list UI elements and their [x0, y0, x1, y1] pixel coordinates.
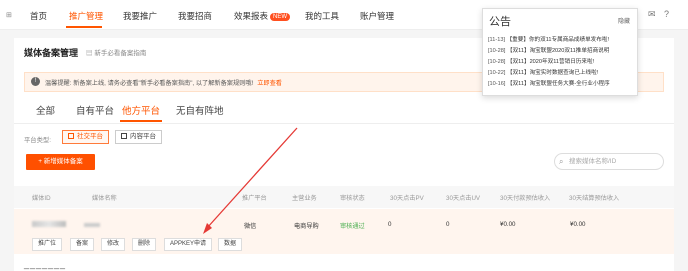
platform-type-social-label: 社交平台 — [77, 133, 103, 140]
notice-text: 【双11】淘宝联盟任务大赛-全行业小程序 — [506, 81, 610, 87]
th-media-name: 媒体名称 — [92, 195, 117, 202]
add-media-button[interactable]: + 新增媒体备案 — [26, 154, 95, 170]
tab-third-party-platform[interactable]: 他方平台 — [122, 103, 160, 117]
action-record-button[interactable]: 备案 — [70, 238, 95, 251]
th-pv: 30天点击PV — [390, 195, 424, 202]
media-id-blurred — [32, 221, 66, 227]
nav-item-reports[interactable]: 效果报表 NEW — [234, 10, 291, 22]
notice-text: 【重要】你的双11专属商品成绩单发布啦! — [506, 37, 610, 43]
help-icon[interactable]: ? — [664, 9, 669, 19]
cell-settle-income: ¥0.00 — [570, 221, 586, 228]
th-platform: 推广平台 — [242, 195, 267, 202]
cell-platform: 微信 — [244, 223, 257, 230]
nav-active-underline — [66, 26, 102, 28]
platform-type-social[interactable]: 社交平台 — [62, 130, 109, 144]
cell-uv: 0 — [446, 221, 450, 228]
tab-no-own-base[interactable]: 无自有阵地 — [176, 103, 224, 117]
notice-date: [11-13] — [488, 37, 505, 43]
cell-business: 电商导购 — [294, 223, 319, 230]
mail-icon[interactable]: ✉ — [648, 9, 656, 20]
nav-item-promotion-mgmt[interactable]: 推广管理 — [69, 10, 103, 22]
media-name-blurred — [84, 223, 100, 227]
th-status: 审核状态 — [340, 195, 365, 202]
tip-text: 温馨提醒: 新备案上线, 请务必查看"新手必看备案指南", 以了解新备案规则哦!… — [45, 78, 282, 87]
nav-item-account[interactable]: 账户管理 — [360, 10, 394, 22]
action-edit-button[interactable]: 修改 — [101, 238, 126, 251]
new-badge: NEW — [270, 13, 291, 21]
search-icon: ⌕ — [559, 157, 564, 166]
th-settle-income: 30天结算预估收入 — [569, 195, 620, 202]
nav-item-promote[interactable]: 我要推广 — [123, 10, 157, 22]
platform-type-label: 平台类型: — [24, 137, 51, 144]
platform-type-content-label: 内容平台 — [130, 133, 156, 140]
content-icon — [121, 133, 127, 139]
nav-item-recruit[interactable]: 我要招商 — [178, 10, 212, 22]
tab-own-platform[interactable]: 自有平台 — [76, 103, 114, 117]
tab-active-underline — [120, 120, 162, 122]
th-uv: 30天点击UV — [446, 195, 481, 202]
notice-title: 公告 — [489, 16, 511, 28]
book-icon: ▤ — [86, 50, 93, 57]
nav-item-home[interactable]: 首页 — [30, 10, 47, 22]
page-title: 媒体备案管理 — [24, 48, 79, 58]
tip-message: 温馨提醒: 新备案上线, 请务必查看"新手必看备案指南", 以了解新备案规则哦! — [45, 80, 254, 87]
info-icon: ! — [31, 77, 40, 86]
cell-pv: 0 — [388, 221, 392, 228]
cell-status: 审核通过 — [340, 223, 365, 230]
notice-panel: 公告 隐藏 [11-13] 【重要】你的双11专属商品成绩单发布啦! [10-2… — [482, 8, 638, 96]
notice-item[interactable]: [10-28] 【双11】淘宝联盟2020双11推单招商说明 — [488, 46, 609, 54]
notice-item[interactable]: [10-28] 【双11】2020年双11营销日历来啦! — [488, 57, 594, 65]
search-placeholder: 搜索媒体名称/ID — [569, 158, 617, 165]
notice-item[interactable]: [11-13] 【重要】你的双11专属商品成绩单发布啦! — [488, 35, 609, 43]
action-appkey-button[interactable]: APPKEY申请 — [164, 238, 213, 251]
notice-text: 【双11】淘宝实时数据查询已上线啦! — [506, 70, 599, 76]
notice-text: 【双11】淘宝联盟2020双11推单招商说明 — [506, 48, 610, 54]
guide-link-label: 新手必看备案指南 — [94, 50, 147, 57]
action-delete-button[interactable]: 删除 — [132, 238, 157, 251]
cell-pay-income: ¥0.00 — [500, 221, 516, 228]
notice-date: [10-16] — [488, 81, 506, 87]
th-media-id: 媒体ID — [32, 195, 51, 202]
notice-date: [10-28] — [488, 59, 506, 65]
search-input[interactable]: ⌕ 搜索媒体名称/ID — [554, 153, 664, 170]
notice-date: [10-28] — [488, 48, 506, 54]
tip-view-link[interactable]: 立即查看 — [257, 80, 282, 87]
tab-all[interactable]: 全部 — [36, 103, 55, 117]
table-header: 媒体ID 媒体名称 推广平台 主营业务 审核状态 30天点击PV 30天点击UV… — [14, 186, 674, 208]
th-pay-income: 30天付款预估收入 — [500, 195, 551, 202]
bottom-cropped-text: _______ — [24, 259, 67, 269]
notice-item[interactable]: [10-16] 【双11】淘宝联盟任务大赛-全行业小程序 — [488, 79, 610, 87]
action-ad-zone-button[interactable]: 推广位 — [32, 238, 63, 251]
nav-item-reports-label: 效果报表 — [234, 11, 269, 21]
notice-hide-button[interactable]: 隐藏 — [618, 16, 630, 25]
guide-link[interactable]: ▤ 新手必看备案指南 — [86, 47, 146, 57]
divider — [14, 123, 674, 124]
notice-item[interactable]: [10-22] 【双11】淘宝实时数据查询已上线啦! — [488, 68, 598, 76]
platform-type-content[interactable]: 内容平台 — [115, 130, 162, 144]
row-actions: 推广位 备案 修改 删除 APPKEY申请 数据 — [14, 235, 674, 254]
grid-logo-icon: ⊞ — [6, 12, 12, 19]
nav-item-tools[interactable]: 我的工具 — [305, 10, 339, 22]
social-icon — [68, 133, 74, 139]
notice-date: [10-22] — [488, 70, 506, 76]
th-business: 主营业务 — [292, 195, 317, 202]
notice-text: 【双11】2020年双11营销日历来啦! — [506, 59, 595, 65]
action-data-button[interactable]: 数据 — [218, 238, 243, 251]
